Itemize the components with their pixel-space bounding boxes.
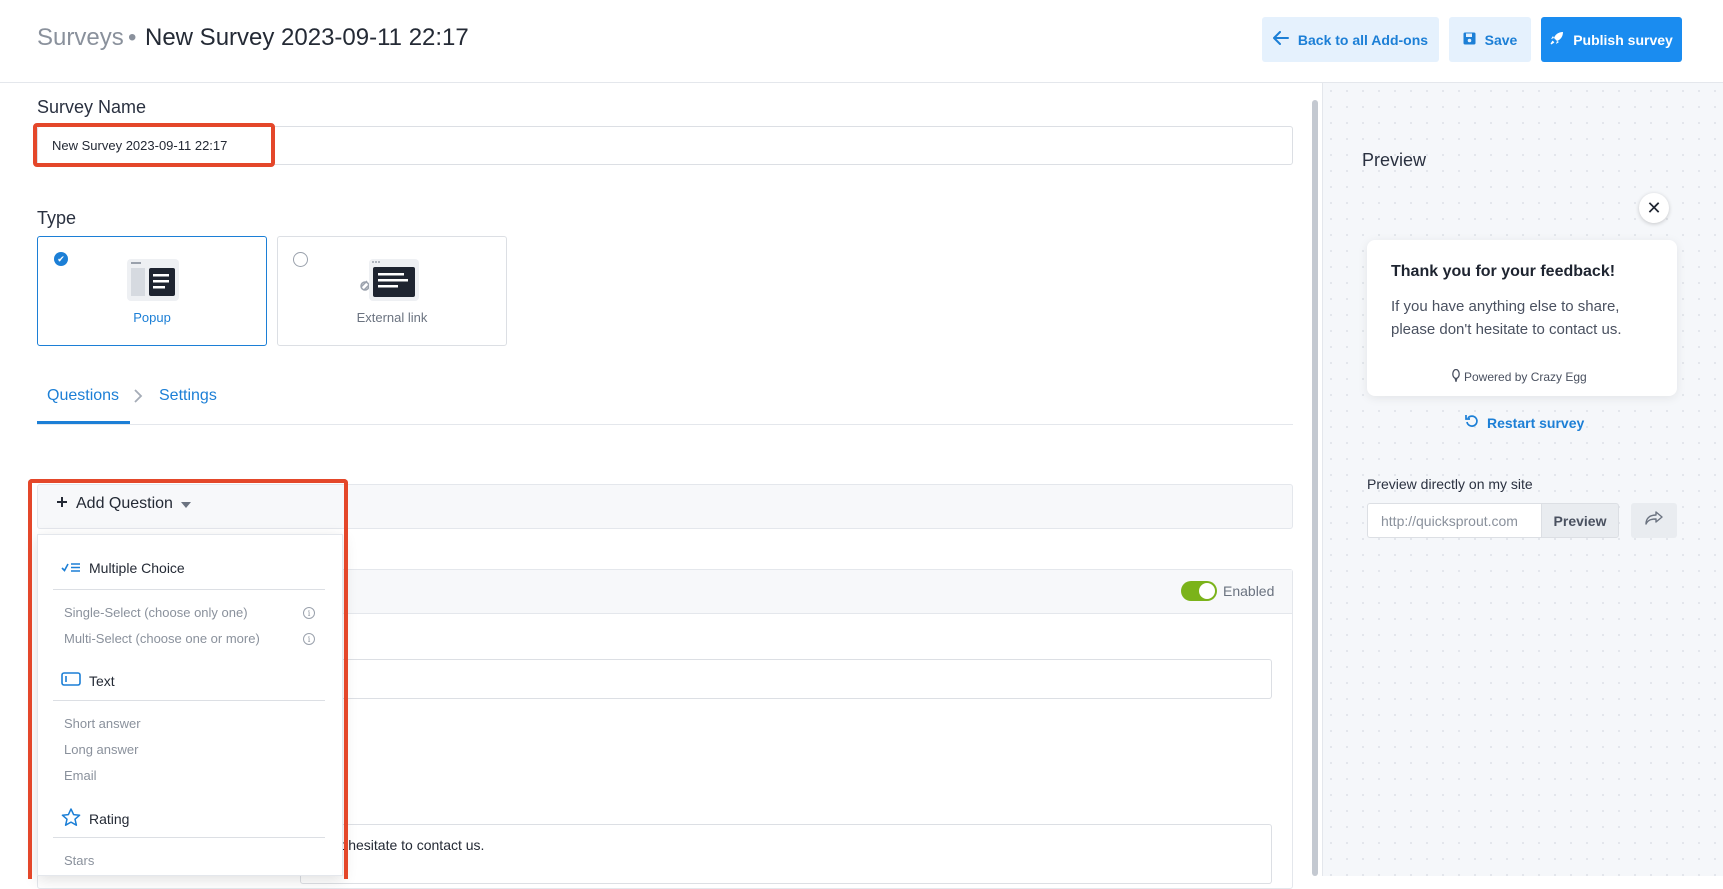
enabled-toggle-label: Enabled: [1223, 583, 1275, 599]
restart-survey-label: Restart survey: [1487, 414, 1585, 431]
preview-card-body: If you have anything else to share, plea…: [1391, 298, 1622, 338]
floppy-disk-icon: [1463, 32, 1476, 48]
survey-name-label: Survey Name: [37, 97, 147, 117]
restart-survey-button[interactable]: Restart survey: [1465, 414, 1584, 431]
publish-survey-label: Publish survey: [1573, 31, 1673, 48]
tab-questions[interactable]: Questions: [47, 387, 119, 405]
share-icon: [1645, 511, 1663, 530]
radio-button[interactable]: [293, 252, 308, 267]
tabs-divider: [37, 424, 1293, 425]
rocket-icon: [1550, 31, 1564, 48]
question-message-text: n't hesitate to contact us.: [330, 837, 485, 853]
info-icon[interactable]: i: [303, 633, 315, 645]
type-popup-label: Popup: [133, 310, 171, 325]
page-title: New Survey 2023-09-11 22:17: [145, 24, 469, 51]
menu-item-long-answer[interactable]: Long answer: [64, 742, 138, 757]
restart-icon: [1465, 414, 1479, 431]
plus-icon: [56, 495, 68, 513]
breadcrumb-surveys[interactable]: Surveys: [37, 24, 124, 52]
powered-by[interactable]: Powered by Crazy Egg: [1452, 368, 1587, 385]
type-option-external-link[interactable]: External link: [277, 236, 507, 346]
survey-name-input[interactable]: New Survey 2023-09-11 22:17: [37, 126, 1293, 165]
menu-item-single-select[interactable]: Single-Select (choose only one): [64, 605, 248, 620]
preview-url-placeholder: http://quicksprout.com: [1381, 512, 1518, 529]
scrollbar[interactable]: [1312, 100, 1318, 876]
enabled-toggle[interactable]: [1181, 581, 1217, 601]
tab-active-indicator: [37, 421, 130, 424]
menu-item-multi-select[interactable]: Multi-Select (choose one or more): [64, 631, 260, 646]
save-label: Save: [1484, 31, 1518, 48]
add-question-label: Add Question: [76, 495, 173, 512]
popup-illustration-icon: [127, 259, 179, 306]
back-to-addons-label: Back to all Add-ons: [1297, 31, 1429, 48]
preview-url-input[interactable]: http://quicksprout.com: [1367, 503, 1541, 538]
menu-divider: [53, 700, 325, 701]
arrow-left-icon: [1272, 31, 1289, 48]
close-icon[interactable]: ✕: [1639, 193, 1669, 223]
caret-down-icon: [180, 495, 191, 513]
external-link-illustration-icon: [357, 259, 419, 306]
preview-on-site-label: Preview directly on my site: [1367, 476, 1533, 492]
add-question-bar: [37, 484, 1293, 529]
add-question-button[interactable]: Add Question: [56, 495, 191, 513]
menu-item-short-answer[interactable]: Short answer: [64, 716, 141, 731]
breadcrumb-separator: •: [128, 24, 137, 51]
menu-divider: [53, 837, 325, 838]
preview-title: Preview: [1362, 150, 1427, 170]
type-option-popup[interactable]: ✔ Popup: [37, 236, 267, 346]
info-icon[interactable]: i: [303, 607, 315, 619]
menu-group-multiple-choice: Multiple Choice: [61, 560, 185, 576]
preview-card-title: Thank you for your feedback!: [1391, 263, 1616, 280]
back-to-addons-button[interactable]: Back to all Add-ons: [1262, 17, 1439, 62]
type-label: Type: [37, 208, 77, 228]
share-button[interactable]: [1631, 503, 1677, 538]
publish-survey-button[interactable]: Publish survey: [1541, 17, 1682, 62]
menu-group-text: Text: [61, 672, 115, 689]
menu-group-rating: Rating: [61, 808, 129, 830]
menu-item-email[interactable]: Email: [64, 768, 97, 783]
menu-group-rating-label: Rating: [89, 811, 130, 827]
text-field-icon: [61, 672, 81, 689]
question-message-input[interactable]: [300, 824, 1272, 884]
menu-group-multiple-choice-label: Multiple Choice: [89, 560, 185, 576]
menu-item-stars[interactable]: Stars: [64, 853, 94, 868]
survey-name-value: New Survey 2023-09-11 22:17: [52, 138, 228, 153]
multiple-choice-icon: [61, 560, 81, 576]
preview-on-site-button[interactable]: Preview: [1541, 503, 1619, 538]
star-icon: [61, 808, 81, 830]
menu-divider: [53, 589, 325, 590]
crazy-egg-logo-icon: [1452, 368, 1460, 385]
chevron-right-icon: [133, 388, 143, 409]
powered-by-label: Powered by Crazy Egg: [1464, 370, 1587, 384]
menu-group-text-label: Text: [89, 672, 115, 689]
tab-settings[interactable]: Settings: [159, 387, 217, 405]
checkmark-icon: ✔: [54, 252, 68, 266]
question-text-input[interactable]: [300, 659, 1272, 699]
type-external-link-label: External link: [356, 310, 428, 325]
top-header: Surveys • New Survey 2023-09-11 22:17 Ba…: [0, 0, 1723, 83]
save-button[interactable]: Save: [1449, 17, 1531, 62]
